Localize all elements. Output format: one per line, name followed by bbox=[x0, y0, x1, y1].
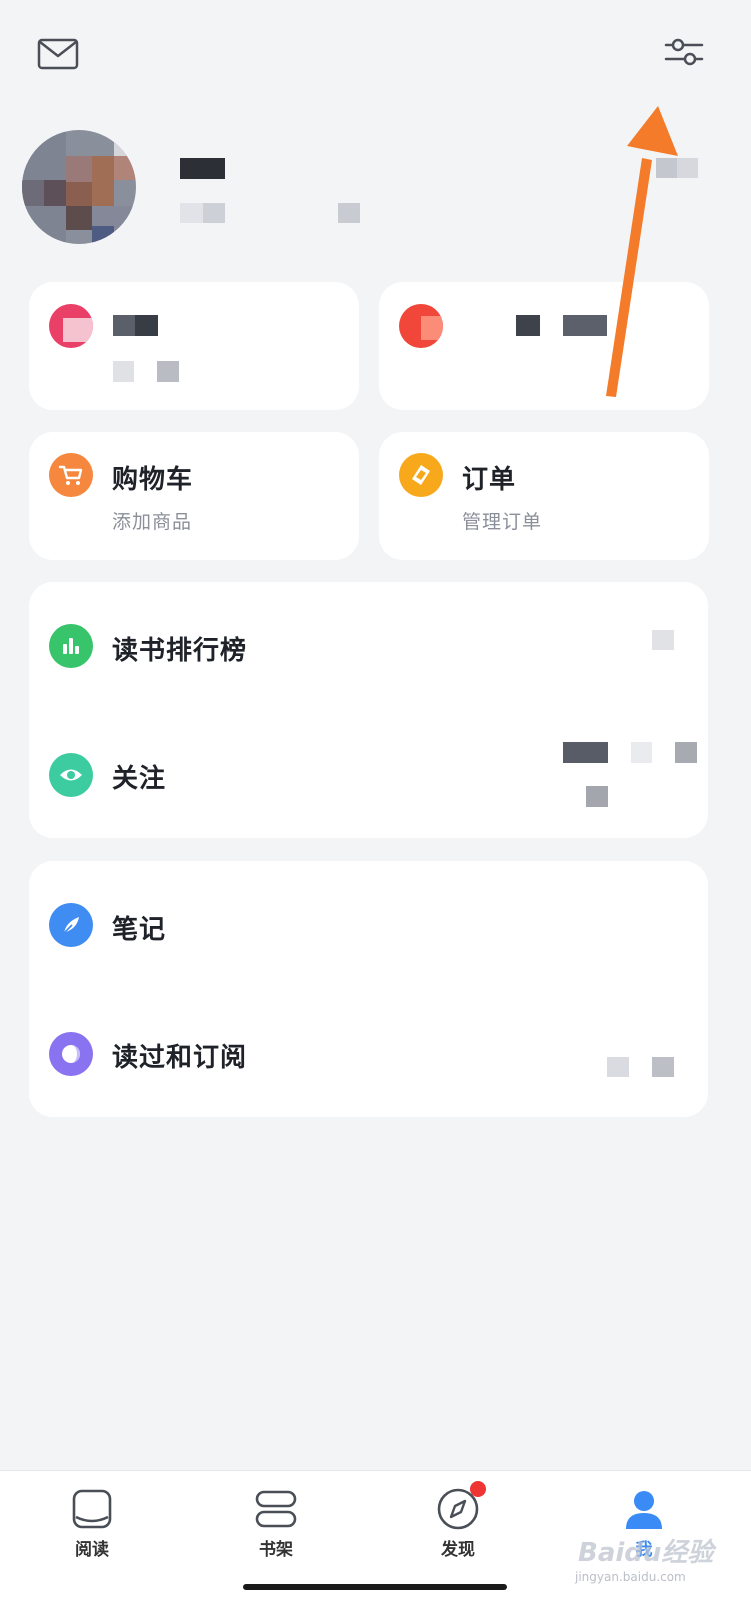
orders-card[interactable]: 订单 管理订单 bbox=[379, 432, 709, 560]
cart-icon bbox=[49, 453, 93, 497]
stat-sub-redacted bbox=[157, 361, 179, 382]
menu-label: 笔记 bbox=[112, 915, 167, 945]
cart-card[interactable]: 购物车 添加商品 bbox=[29, 432, 359, 560]
stat-icon bbox=[399, 304, 443, 348]
menu-label: 读过和订阅 bbox=[112, 1043, 248, 1073]
shelf-icon bbox=[255, 1490, 297, 1528]
menu-value-redacted bbox=[675, 742, 697, 763]
menu-item-read-subscribed[interactable]: 读过和订阅 bbox=[29, 989, 708, 1117]
home-indicator[interactable] bbox=[243, 1584, 507, 1590]
menu-value-redacted bbox=[563, 742, 608, 763]
orders-subtitle: 管理订单 bbox=[462, 511, 543, 533]
stat-sub-redacted bbox=[113, 361, 134, 382]
tab-discover[interactable]: 发现 bbox=[398, 1471, 518, 1581]
tab-label: 发现 bbox=[441, 1540, 475, 1560]
stat-title-redacted bbox=[516, 315, 540, 336]
menu-label: 关注 bbox=[112, 764, 167, 794]
menu-group-1: 读书排行榜 关注 bbox=[29, 582, 708, 838]
tab-shelf[interactable]: 书架 bbox=[216, 1471, 336, 1581]
envelope-icon bbox=[37, 38, 79, 70]
sliders-icon bbox=[664, 38, 704, 66]
settings-button[interactable] bbox=[660, 30, 708, 74]
stat-title-redacted bbox=[135, 315, 158, 336]
bar-chart-icon bbox=[49, 624, 93, 668]
menu-value-redacted bbox=[652, 1057, 674, 1077]
feather-icon bbox=[49, 903, 93, 947]
person-icon bbox=[626, 1491, 662, 1529]
menu-item-follow[interactable]: 关注 bbox=[29, 710, 708, 838]
tab-label: 书架 bbox=[259, 1540, 293, 1560]
tab-read[interactable]: 阅读 bbox=[32, 1471, 152, 1581]
orders-icon bbox=[399, 453, 443, 497]
menu-value-redacted bbox=[652, 630, 674, 650]
arrow-up-icon bbox=[606, 106, 678, 397]
stat-icon bbox=[49, 304, 93, 348]
profile-info-redacted bbox=[203, 203, 225, 223]
menu-label: 读书排行榜 bbox=[112, 636, 248, 666]
menu-group-2: 笔记 读过和订阅 bbox=[29, 861, 708, 1117]
moon-icon bbox=[49, 1032, 93, 1076]
profile-info-redacted bbox=[338, 203, 360, 223]
eye-icon bbox=[49, 753, 93, 797]
menu-item-notes[interactable]: 笔记 bbox=[29, 861, 708, 989]
stat-card-left[interactable] bbox=[29, 282, 359, 410]
menu-value-redacted bbox=[631, 742, 652, 763]
orders-title: 订单 bbox=[462, 465, 517, 495]
avatar[interactable] bbox=[22, 130, 136, 244]
cart-title: 购物车 bbox=[112, 465, 194, 495]
book-icon bbox=[72, 1489, 112, 1529]
cart-subtitle: 添加商品 bbox=[112, 511, 193, 533]
watermark: Baidu经验 bbox=[578, 1538, 714, 1568]
menu-item-ranking[interactable]: 读书排行榜 bbox=[29, 582, 708, 710]
tab-label: 阅读 bbox=[75, 1540, 109, 1560]
username-redacted bbox=[180, 158, 225, 179]
watermark-url: jingyan.baidu.com bbox=[575, 1570, 686, 1584]
menu-value-redacted bbox=[607, 1057, 629, 1077]
mail-button[interactable] bbox=[34, 34, 82, 74]
menu-value-redacted bbox=[586, 786, 608, 807]
notification-badge bbox=[470, 1481, 486, 1497]
